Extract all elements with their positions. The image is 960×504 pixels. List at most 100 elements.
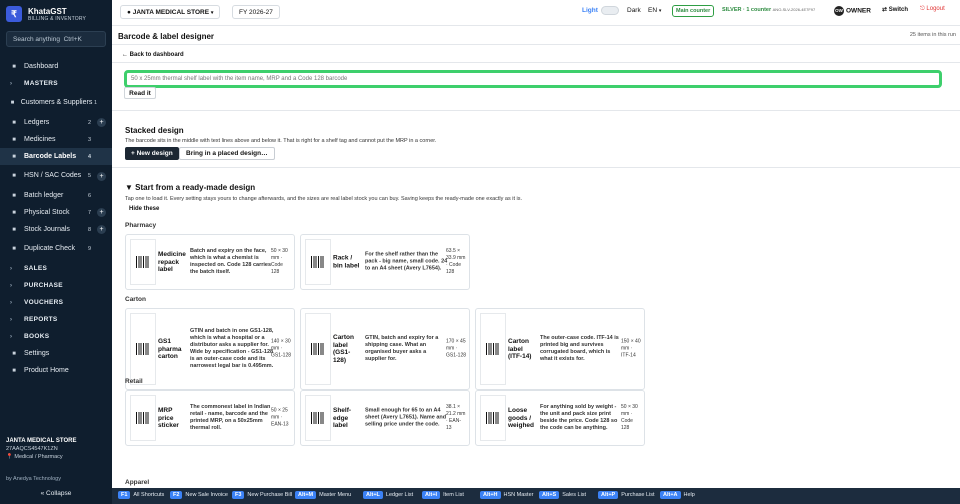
brand[interactable]: ₹ KhataGST BILLING & INVENTORY: [6, 6, 86, 22]
template-size: 50 × 30 mm · Code 128: [621, 404, 638, 431]
sidebar-item-count: 7: [87, 209, 91, 216]
stacked-design-heading: Stacked design: [125, 126, 184, 135]
template-card[interactable]: Shelf-edge label Small enough for 65 to a…: [300, 390, 470, 446]
barcode-icon: ■: [12, 153, 16, 160]
shortcut-label: Help: [683, 492, 695, 498]
owner-menu[interactable]: OW OWNER: [834, 6, 871, 16]
counter-badge[interactable]: Main counter: [672, 5, 715, 17]
company-name: JANTA MEDICAL STORE: [6, 438, 77, 444]
read-it-button[interactable]: Read it: [124, 87, 156, 99]
switch-button[interactable]: ⇄ Switch: [882, 6, 908, 13]
template-size: 170 × 45 mm · GS1-128: [446, 338, 467, 359]
ready-made-description: Tap one to load it. Every setting stays …: [125, 196, 523, 202]
sidebar-item-medicines[interactable]: ■ Medicines 3: [0, 131, 112, 148]
barcode-icon: [311, 412, 325, 424]
chevron-right-icon: ›: [10, 80, 13, 87]
add-icon[interactable]: +: [97, 225, 106, 234]
language-label: EN: [648, 7, 658, 14]
template-size: 50 × 30 mm · Code 128: [271, 248, 288, 275]
sidebar-item-label: Product Home: [24, 366, 69, 374]
label-preview: [130, 313, 156, 385]
shortcut-alt-l[interactable]: Alt+L Ledger List: [363, 491, 413, 499]
shortcut-f2[interactable]: F2 New Sale Invoice: [170, 491, 228, 499]
sidebar-item-label: Settings: [24, 349, 50, 357]
template-description: The commonest label in Indian retail - n…: [190, 404, 271, 431]
shortcut-key: Alt+I: [422, 491, 441, 499]
shortcut-alt-m[interactable]: Alt+M Master Menu: [295, 491, 351, 499]
shortcut-alt-i[interactable]: Alt+I Item List: [422, 491, 464, 499]
fy-selector[interactable]: FY 2026-27: [232, 5, 280, 19]
sidebar-item-label: REPORTS: [24, 315, 58, 323]
logout-button[interactable]: ⎋ Logout: [920, 6, 945, 13]
sidebar-item-physical-stock[interactable]: ■ Physical Stock 7 +: [0, 204, 112, 221]
sidebar-item-sales[interactable]: › SALES: [0, 260, 112, 277]
shortcut-alt-a[interactable]: Alt+A Help: [660, 491, 695, 499]
add-icon[interactable]: +: [97, 118, 106, 127]
template-name: Rack / bin label: [333, 254, 360, 270]
plan-label: SILVER · 1 counter: [722, 7, 772, 13]
design-request-input[interactable]: 50 x 25mm thermal shelf label with the i…: [124, 70, 942, 88]
sidebar-item-customers-suppliers[interactable]: ■ Customers & Suppliers 1: [0, 92, 112, 114]
language-selector[interactable]: EN ▾: [648, 7, 661, 14]
category-heading: Retail: [125, 378, 143, 385]
sidebar-item-hsn-sac-codes[interactable]: ■ HSN / SAC Codes 5 +: [0, 165, 112, 187]
template-description: Batch and expiry on the face, which is w…: [190, 248, 272, 275]
sidebar-item-settings[interactable]: ■ Settings: [0, 345, 112, 362]
bring-placed-design-button[interactable]: Bring in a placed design…: [179, 147, 275, 160]
search-placeholder: Search anything: [13, 36, 60, 43]
template-card[interactable]: MRP price sticker The commonest label in …: [125, 390, 295, 446]
sidebar-item-duplicate-check[interactable]: ■ Duplicate Check 9: [0, 238, 112, 260]
search-shortcut: Ctrl+K: [63, 36, 82, 43]
sidebar-item-books[interactable]: › BOOKS: [0, 328, 112, 345]
sidebar-item-masters[interactable]: › MASTERS: [0, 75, 112, 92]
collapse-button[interactable]: « Collapse: [6, 490, 106, 497]
template-card[interactable]: Carton label (GS1-128) GTIN, batch and ex…: [300, 308, 470, 390]
theme-dark-label: Dark: [627, 7, 641, 14]
stacked-design-description: The barcode sits in the middle with text…: [125, 138, 437, 144]
shortcut-key: Alt+H: [480, 491, 501, 499]
add-icon[interactable]: +: [97, 208, 106, 217]
search-input[interactable]: Search anything Ctrl+K: [6, 31, 106, 47]
template-card[interactable]: GS1 pharma carton GTIN and batch in one G…: [125, 308, 295, 390]
sidebar-item-label: BOOKS: [24, 332, 50, 340]
ready-made-heading[interactable]: ▼ Start from a ready-made design: [125, 183, 255, 192]
sidebar-item-barcode-labels[interactable]: ■ Barcode Labels 4: [0, 148, 112, 165]
shortcut-label: All Shortcuts: [133, 492, 165, 498]
label-preview: [480, 313, 506, 385]
user-icon: ■: [12, 367, 16, 374]
sidebar-item-purchase[interactable]: › PURCHASE: [0, 277, 112, 294]
theme-toggle[interactable]: [601, 6, 619, 15]
sidebar-item-dashboard[interactable]: ■ Dashboard: [0, 58, 112, 75]
shortcut-label: Item List: [443, 492, 464, 498]
new-design-button[interactable]: + New design: [125, 147, 179, 160]
sidebar-item-stock-journals[interactable]: ■ Stock Journals 8 +: [0, 221, 112, 238]
shortcut-alt-p[interactable]: Alt+P Purchase List: [598, 491, 655, 499]
category-heading: Pharmacy: [125, 222, 157, 229]
pill-icon: ■: [12, 136, 16, 143]
label-preview: [480, 395, 506, 441]
template-card[interactable]: Loose goods / weighed For anything sold b…: [475, 390, 645, 446]
sidebar-item-label: SALES: [24, 264, 48, 272]
template-description: GTIN, batch and expiry for a shipping ca…: [365, 335, 439, 362]
shortcut-f3[interactable]: F3 New Purchase Bill: [232, 491, 292, 499]
sidebar-item-reports[interactable]: › REPORTS: [0, 311, 112, 328]
add-icon[interactable]: +: [97, 171, 106, 181]
sidebar-item-product-home[interactable]: ■ Product Home: [0, 362, 112, 379]
back-to-dashboard-link[interactable]: ← Back to dashboard: [122, 52, 184, 58]
template-card[interactable]: Medicine repack label Batch and expiry on…: [125, 234, 295, 290]
label-preview: [130, 239, 156, 285]
template-card[interactable]: Carton label (ITF-14) The outer-case code…: [475, 308, 645, 390]
pin-icon: 📍: [6, 454, 13, 460]
sidebar-item-batch-ledger[interactable]: ■ Batch ledger 6: [0, 187, 112, 204]
template-card[interactable]: Rack / bin label For the shelf rather tha…: [300, 234, 470, 290]
sidebar-item-ledgers[interactable]: ■ Ledgers 2 +: [0, 114, 112, 131]
hide-these-button[interactable]: Hide these: [125, 203, 164, 216]
shortcut-alt-s[interactable]: Alt+S Sales List: [539, 491, 586, 499]
store-selector[interactable]: ● JANTA MEDICAL STORE ▾: [120, 5, 221, 19]
shortcut-alt-h[interactable]: Alt+H HSN Master: [480, 491, 533, 499]
shortcut-key: Alt+S: [539, 491, 560, 499]
shortcut-f1[interactable]: F1 All Shortcuts: [118, 491, 164, 499]
sidebar-item-vouchers[interactable]: › VOUCHERS: [0, 294, 112, 311]
sidebar-item-label: MASTERS: [24, 79, 58, 87]
switch-icon: ⇄: [882, 7, 888, 13]
